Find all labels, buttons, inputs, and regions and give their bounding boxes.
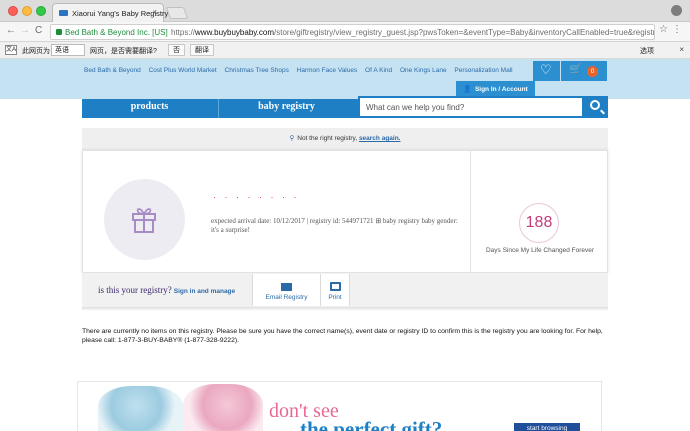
registry-date-id: expected arrival date: 10/12/2017 | regi… bbox=[211, 217, 374, 225]
sister-link-harmon[interactable]: Harmon Face Values bbox=[297, 67, 358, 74]
browser-menu-icon[interactable]: ⋮ bbox=[672, 24, 682, 35]
url-text: https://www.buybuybaby.com/store/giftreg… bbox=[171, 28, 655, 37]
start-browsing-button[interactable]: start browsing bbox=[514, 423, 580, 431]
registry-actions-bar: is this your registry? Sign in and manage… bbox=[82, 273, 608, 307]
days-count-label: Days Since My Life Changed Forever bbox=[485, 247, 595, 254]
nav-products[interactable]: products bbox=[82, 99, 217, 118]
email-registry-label: Email Registry bbox=[265, 294, 308, 301]
search-icon bbox=[590, 100, 600, 110]
registry-type-icon: ⊞ bbox=[375, 217, 383, 225]
forward-icon[interactable]: → bbox=[20, 25, 30, 36]
url-field[interactable]: Bed Bath & Beyond Inc. [US] https://www.… bbox=[50, 24, 655, 40]
browser-tab-bar: Xiaorui Yang's Baby Registry × bbox=[0, 0, 690, 22]
sister-link-personalization-mall[interactable]: Personalization Mall bbox=[454, 67, 512, 74]
source-language-select[interactable]: 英语 bbox=[51, 44, 85, 56]
translate-prefix: 此网页为 bbox=[22, 48, 50, 55]
print-button[interactable]: Print bbox=[320, 274, 350, 306]
profile-icon[interactable] bbox=[671, 5, 682, 16]
close-window-button[interactable] bbox=[8, 6, 18, 16]
browser-tab[interactable]: Xiaorui Yang's Baby Registry × bbox=[52, 3, 168, 22]
gift-icon bbox=[132, 208, 156, 233]
translate-options-button[interactable]: 选项 bbox=[640, 46, 654, 56]
translate-button[interactable]: 翻译 bbox=[190, 44, 214, 56]
blue-bear-image bbox=[98, 386, 183, 431]
registry-avatar bbox=[104, 179, 185, 260]
nav-baby-registry[interactable]: baby registry bbox=[218, 99, 354, 118]
translate-close-icon[interactable]: × bbox=[679, 45, 684, 54]
envelope-icon bbox=[281, 283, 292, 291]
is-this-your-registry: is this your registry? Sign in and manage bbox=[98, 285, 235, 295]
sister-link-cost-plus[interactable]: Cost Plus World Market bbox=[149, 67, 217, 74]
site-favicon-icon bbox=[59, 10, 68, 16]
sister-sites-nav: Bed Bath & Beyond Cost Plus World Market… bbox=[84, 67, 519, 74]
sister-link-christmas-tree-shops[interactable]: Christmas Tree Shops bbox=[225, 67, 289, 74]
search-input[interactable]: What can we help you find? bbox=[358, 96, 584, 118]
cart-icon: 🛒 bbox=[569, 64, 582, 75]
translate-icon: 文A bbox=[5, 45, 17, 55]
promo-banner[interactable]: don't see the perfect gift? start browsi… bbox=[77, 381, 602, 431]
minimize-window-button[interactable] bbox=[22, 6, 32, 16]
translate-bar: 文A 此网页为 英语 网页，是否需要翻译? 否 翻译 选项 × bbox=[0, 42, 690, 59]
print-label: Print bbox=[328, 294, 342, 301]
email-registry-button[interactable]: Email Registry bbox=[252, 274, 320, 306]
new-tab-button[interactable] bbox=[165, 7, 189, 19]
reload-icon[interactable]: C bbox=[35, 25, 42, 36]
days-count: 188 bbox=[519, 203, 559, 243]
url-path: /store/giftregistry/view_registry_guest.… bbox=[274, 28, 655, 37]
translate-question: 网页，是否需要翻译? bbox=[90, 48, 157, 55]
person-icon: 👤 bbox=[463, 86, 472, 93]
url-domain: www.buybuybaby.com bbox=[195, 28, 275, 37]
sister-link-one-kings-lane[interactable]: One Kings Lane bbox=[400, 67, 447, 74]
tab-close-icon[interactable]: × bbox=[152, 8, 157, 17]
back-icon[interactable]: ← bbox=[6, 25, 16, 36]
sister-link-bed-bath-beyond[interactable]: Bed Bath & Beyond bbox=[84, 67, 141, 74]
is-this-your-label: is this your registry? bbox=[98, 285, 172, 295]
registry-details: expected arrival date: 10/12/2017 | regi… bbox=[211, 217, 459, 235]
registry-type: baby registry bbox=[382, 217, 420, 225]
url-scheme: https:// bbox=[171, 28, 196, 37]
cart-count-badge: 0 bbox=[587, 66, 598, 77]
cart-button[interactable]: 🛒 0 bbox=[561, 61, 607, 81]
sign-in-label: Sign In / Account bbox=[474, 86, 528, 93]
countdown-panel: 188 Days Since My Life Changed Forever bbox=[470, 151, 608, 273]
no-translate-button[interactable]: 否 bbox=[168, 44, 185, 56]
ev-certificate-org: Bed Bath & Beyond Inc. [US] bbox=[65, 28, 168, 37]
maximize-window-button[interactable] bbox=[36, 6, 46, 16]
pink-bear-image bbox=[183, 384, 263, 431]
search-button[interactable] bbox=[584, 96, 608, 118]
lock-icon bbox=[56, 29, 62, 35]
magnifier-icon: ⚲ bbox=[289, 135, 295, 142]
sign-in-manage-link[interactable]: Sign in and manage bbox=[174, 288, 235, 295]
address-bar: ← → C Bed Bath & Beyond Inc. [US] https:… bbox=[0, 22, 690, 42]
divider bbox=[82, 307, 608, 311]
not-right-registry-bar: ⚲ Not the right registry, search again. bbox=[82, 128, 608, 150]
printer-icon bbox=[329, 282, 341, 291]
registry-card: · · · · · · · · expected arrival date: 1… bbox=[82, 150, 608, 273]
favorites-button[interactable]: ♡ bbox=[533, 61, 560, 81]
empty-registry-notice: There are currently no items on this reg… bbox=[82, 328, 603, 344]
heart-icon: ♡ bbox=[540, 62, 552, 77]
registrant-name-redacted: · · · · · · · · bbox=[213, 192, 300, 202]
promo-line2: the perfect gift? bbox=[300, 417, 443, 431]
not-right-text: Not the right registry, bbox=[297, 135, 358, 142]
bookmark-star-icon[interactable]: ☆ bbox=[659, 24, 668, 35]
search-again-link[interactable]: search again. bbox=[359, 135, 401, 142]
sister-link-of-a-kind[interactable]: Of A Kind bbox=[365, 67, 392, 74]
